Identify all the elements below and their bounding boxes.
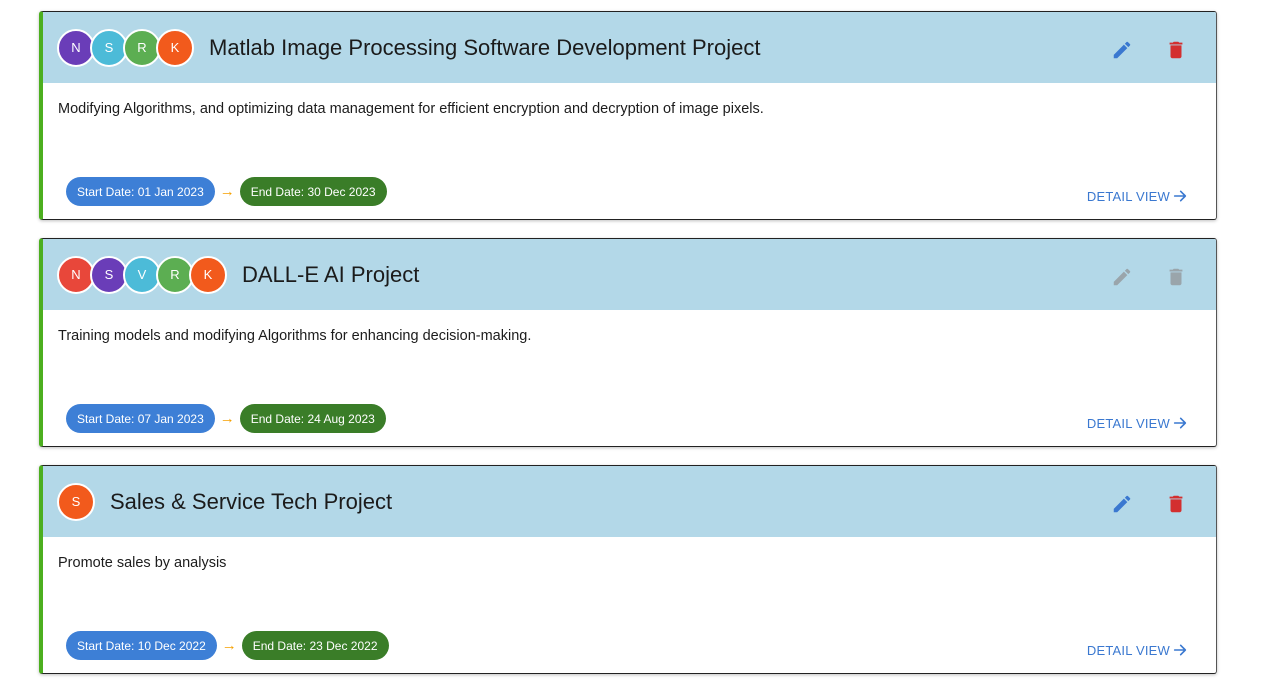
trash-icon xyxy=(1169,268,1183,286)
card-header: NSRK Matlab Image Processing Software De… xyxy=(43,12,1216,83)
card-header: S Sales & Service Tech Project xyxy=(43,466,1216,537)
end-date-badge: End Date: 30 Dec 2023 xyxy=(239,177,387,206)
pencil-icon xyxy=(1113,268,1131,286)
project-title: DALL-E AI Project xyxy=(242,261,420,287)
start-date-badge: Start Date: 01 Jan 2023 xyxy=(66,177,215,206)
card-actions xyxy=(1110,492,1188,516)
member-avatars: NSRK xyxy=(57,28,194,67)
project-title: Sales & Service Tech Project xyxy=(110,488,393,514)
trash-icon xyxy=(1169,495,1183,513)
trash-icon xyxy=(1169,41,1183,59)
arrow-right-icon: → xyxy=(221,637,237,654)
member-avatar[interactable]: K xyxy=(189,255,227,294)
project-card: NSRK Matlab Image Processing Software De… xyxy=(39,11,1217,220)
edit-button[interactable] xyxy=(1110,492,1134,516)
project-card: NSVRK DALL-E AI Project Training models … xyxy=(39,238,1217,447)
date-range: Start Date: 07 Jan 2023 → End Date: 24 A… xyxy=(66,404,386,433)
delete-button[interactable] xyxy=(1164,38,1188,62)
arrow-right-icon xyxy=(1173,644,1187,656)
edit-button[interactable] xyxy=(1110,265,1134,289)
detail-view-label: DETAIL VIEW xyxy=(1086,188,1170,204)
arrow-right-icon: → xyxy=(219,410,235,427)
arrow-right-icon xyxy=(1173,417,1187,429)
card-actions xyxy=(1110,265,1188,289)
project-description: Modifying Algorithms, and optimizing dat… xyxy=(58,101,764,117)
date-range: Start Date: 10 Dec 2022 → End Date: 23 D… xyxy=(66,631,389,660)
start-date-badge: Start Date: 07 Jan 2023 xyxy=(66,404,215,433)
detail-view-link[interactable]: DETAIL VIEW xyxy=(1087,642,1188,658)
edit-button[interactable] xyxy=(1110,38,1134,62)
end-date-badge: End Date: 23 Dec 2022 xyxy=(241,631,389,660)
arrow-right-icon xyxy=(1173,190,1187,202)
project-description: Promote sales by analysis xyxy=(58,555,227,571)
project-description: Training models and modifying Algorithms… xyxy=(58,328,532,344)
card-actions xyxy=(1110,38,1188,62)
start-date-badge: Start Date: 10 Dec 2022 xyxy=(66,631,217,660)
end-date-badge: End Date: 24 Aug 2023 xyxy=(239,404,386,433)
detail-view-link[interactable]: DETAIL VIEW xyxy=(1087,415,1188,431)
card-header: NSVRK DALL-E AI Project xyxy=(43,239,1216,310)
arrow-right-icon: → xyxy=(219,183,235,200)
member-avatar[interactable]: K xyxy=(156,28,194,67)
project-card: S Sales & Service Tech Project Promote s… xyxy=(39,465,1217,674)
detail-view-link[interactable]: DETAIL VIEW xyxy=(1087,188,1188,204)
date-range: Start Date: 01 Jan 2023 → End Date: 30 D… xyxy=(66,177,387,206)
detail-view-label: DETAIL VIEW xyxy=(1086,642,1170,658)
project-title: Matlab Image Processing Software Develop… xyxy=(209,34,761,60)
project-list: NSRK Matlab Image Processing Software De… xyxy=(39,11,1217,692)
pencil-icon xyxy=(1113,495,1131,513)
member-avatars: S xyxy=(57,482,95,521)
pencil-icon xyxy=(1113,41,1131,59)
detail-view-label: DETAIL VIEW xyxy=(1086,415,1170,431)
delete-button[interactable] xyxy=(1164,492,1188,516)
member-avatars: NSVRK xyxy=(57,255,227,294)
member-avatar[interactable]: S xyxy=(57,482,95,521)
delete-button[interactable] xyxy=(1164,265,1188,289)
